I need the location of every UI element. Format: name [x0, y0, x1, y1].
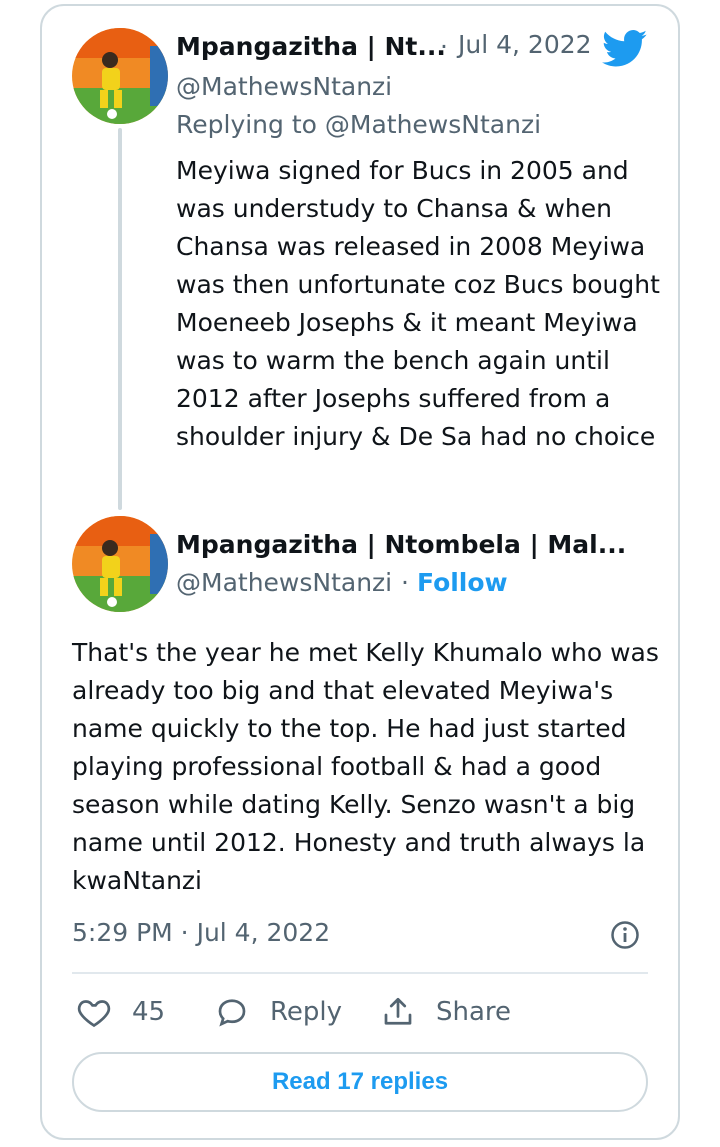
- tweet-date[interactable]: Jul 4, 2022: [458, 30, 592, 59]
- reply-button[interactable]: Reply: [214, 994, 342, 1030]
- avatar[interactable]: [72, 28, 168, 124]
- share-label: Share: [436, 997, 512, 1027]
- twitter-bird-icon[interactable]: [601, 30, 648, 72]
- like-button[interactable]: 45: [76, 994, 165, 1030]
- replying-to[interactable]: Replying to @MathewsNtanzi: [176, 110, 541, 139]
- divider: [72, 972, 648, 974]
- author-name[interactable]: Mpangazitha | Nt...: [176, 32, 446, 61]
- tweet-text: Meyiwa signed for Bucs in 2005 and was u…: [176, 156, 660, 451]
- share-button[interactable]: Share: [380, 994, 511, 1030]
- tweet-timestamp[interactable]: 5:29 PM · Jul 4, 2022: [72, 918, 330, 947]
- tweet-text: That's the year he met Kelly Khumalo who…: [72, 638, 659, 895]
- heart-icon: [76, 994, 112, 1030]
- handle-separator: ·: [401, 568, 409, 597]
- thread-line: [118, 128, 122, 510]
- share-icon: [380, 994, 416, 1030]
- avatar[interactable]: [72, 516, 168, 612]
- author-handle[interactable]: @MathewsNtanzi: [176, 72, 392, 101]
- follow-button[interactable]: Follow: [417, 568, 508, 597]
- comment-icon: [214, 994, 250, 1030]
- read-replies-button[interactable]: Read 17 replies: [72, 1052, 648, 1112]
- author-name[interactable]: Mpangazitha | Ntombela | Mal...: [176, 530, 626, 559]
- reply-label: Reply: [270, 997, 343, 1027]
- info-icon[interactable]: [610, 920, 640, 954]
- like-count: 45: [132, 997, 166, 1027]
- date-separator: ·: [440, 32, 448, 61]
- author-handle[interactable]: @MathewsNtanzi: [176, 568, 392, 597]
